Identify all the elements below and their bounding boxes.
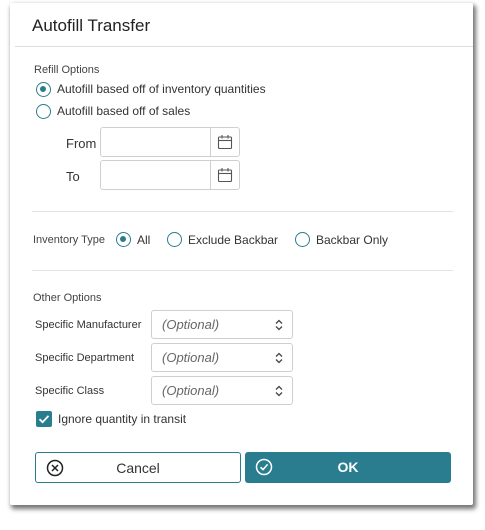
section-divider: [32, 270, 453, 271]
chevron-up-down-icon: [275, 319, 283, 331]
radio-inventory-all[interactable]: [116, 232, 131, 247]
to-date-separator: [210, 161, 211, 189]
ok-button-label: OK: [337, 459, 359, 475]
other-options-label: Other Options: [33, 292, 102, 304]
cancel-button[interactable]: Cancel: [35, 452, 241, 483]
radio-backbar-only-label: Backbar Only: [316, 233, 389, 247]
from-date-input[interactable]: [100, 127, 240, 157]
radio-backbar-only[interactable]: [295, 232, 310, 247]
from-date-separator: [210, 128, 211, 156]
ok-button[interactable]: OK: [245, 452, 451, 483]
specific-manufacturer-label: Specific Manufacturer: [35, 319, 142, 331]
chevron-up-down-icon: [275, 385, 283, 397]
specific-department-placeholder: (Optional): [162, 350, 220, 365]
to-label: To: [66, 169, 80, 184]
title-divider: [15, 46, 473, 47]
calendar-icon[interactable]: [217, 134, 233, 150]
from-label: From: [66, 136, 97, 151]
to-date-input[interactable]: [100, 160, 240, 190]
specific-manufacturer-select[interactable]: (Optional): [151, 310, 293, 339]
radio-exclude-backbar-label: Exclude Backbar: [188, 233, 279, 247]
radio-sales-label: Autofill based off of sales: [57, 104, 191, 118]
calendar-icon[interactable]: [217, 167, 233, 183]
specific-class-label: Specific Class: [35, 385, 105, 397]
radio-inventory-quantities-label: Autofill based off of inventory quantiti…: [57, 82, 266, 96]
ignore-transit-label: Ignore quantity in transit: [58, 412, 187, 426]
cancel-button-label: Cancel: [116, 460, 160, 476]
ignore-transit-checkbox[interactable]: [36, 411, 52, 427]
checkmark-icon: [38, 415, 50, 424]
inventory-type-label: Inventory Type: [33, 234, 105, 246]
dialog-title: Autofill Transfer: [32, 16, 151, 35]
specific-manufacturer-placeholder: (Optional): [162, 317, 220, 332]
specific-department-label: Specific Department: [35, 352, 135, 364]
autofill-transfer-dialog: Autofill Transfer Refill Options Autofil…: [15, 6, 473, 506]
radio-exclude-backbar[interactable]: [167, 232, 182, 247]
chevron-up-down-icon: [275, 352, 283, 364]
radio-sales[interactable]: [36, 104, 51, 119]
specific-class-select[interactable]: (Optional): [151, 376, 293, 405]
refill-options-label: Refill Options: [34, 64, 100, 76]
specific-department-select[interactable]: (Optional): [151, 343, 293, 372]
section-divider: [32, 211, 453, 212]
radio-inventory-all-label: All: [137, 233, 151, 247]
specific-class-placeholder: (Optional): [162, 383, 220, 398]
radio-inventory-quantities[interactable]: [36, 82, 51, 97]
